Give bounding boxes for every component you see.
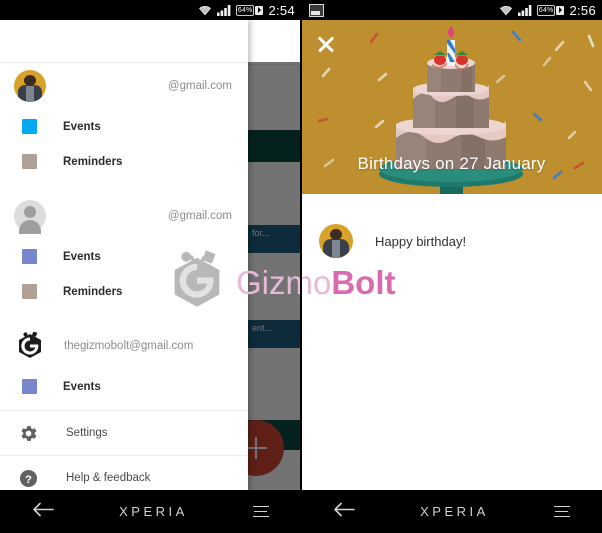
close-icon[interactable]: [316, 34, 336, 54]
account-email: @gmail.com: [167, 210, 232, 222]
left-phone-panel: 64% 2:54 for... ent... @gmail.com: [0, 0, 301, 533]
back-arrow-icon[interactable]: [333, 502, 356, 522]
events-checkbox[interactable]: [22, 249, 37, 264]
calendar-label: Events: [63, 120, 101, 133]
screenshot-root: 64% 2:54 for... ent... @gmail.com: [0, 0, 602, 533]
birthday-list-item[interactable]: Happy birthday!: [301, 214, 602, 268]
back-arrow-icon[interactable]: [32, 502, 55, 522]
reminders-checkbox[interactable]: [22, 154, 37, 169]
events-checkbox[interactable]: [22, 379, 37, 394]
calendar-label: Reminders: [63, 155, 123, 168]
drawer-account-row[interactable]: thegizmobolt@gmail.com: [0, 323, 248, 369]
contact-photo-avatar[interactable]: [319, 224, 353, 258]
default-person-avatar[interactable]: [14, 200, 46, 234]
user-photo-avatar[interactable]: [14, 70, 46, 102]
status-clock: 2:56: [569, 2, 596, 18]
drawer-account-row[interactable]: @gmail.com: [0, 193, 248, 239]
calendar-label: Events: [63, 250, 101, 263]
drawer-item-settings[interactable]: Settings: [0, 411, 248, 455]
panel-divider: [300, 0, 302, 533]
home-button[interactable]: XPERIA: [420, 504, 489, 519]
right-status-bar: 64% 2:56: [301, 0, 602, 20]
gizmobolt-logo-avatar[interactable]: [14, 330, 46, 362]
status-clock: 2:54: [268, 2, 295, 18]
svg-text:?: ?: [25, 473, 32, 485]
recents-icon[interactable]: [553, 505, 570, 518]
drawer-item-label: Settings: [66, 427, 108, 439]
drawer-item-label: Help & feedback: [66, 472, 151, 484]
account-email: @gmail.com: [167, 80, 232, 92]
right-navigation-bar: XPERIA: [301, 490, 602, 533]
calendar-toggle-row[interactable]: Events: [0, 369, 248, 404]
calendar-toggle-row[interactable]: Events: [0, 239, 248, 274]
calendar-label: Reminders: [63, 285, 123, 298]
photo-notification-icon: [309, 3, 324, 17]
calendar-toggle-row[interactable]: Events: [0, 109, 248, 144]
signal-icon: [517, 4, 532, 16]
left-navigation-bar: XPERIA: [0, 490, 301, 533]
gear-icon: [14, 424, 42, 443]
signal-icon: [216, 4, 231, 16]
reminders-checkbox[interactable]: [22, 284, 37, 299]
page-title: Birthdays on 27 January: [357, 154, 546, 173]
drawer-scrim[interactable]: [248, 62, 301, 490]
right-phone-panel: 64% 2:56 Birthdays on 27 January Happy b…: [301, 0, 602, 533]
calendar-toggle-row[interactable]: Reminders: [0, 274, 248, 309]
navigation-drawer: @gmail.com Events Reminders @gmail.com E…: [0, 20, 248, 490]
birthday-message: Happy birthday!: [375, 233, 467, 249]
left-status-bar: 64% 2:54: [0, 0, 301, 20]
home-button[interactable]: XPERIA: [119, 504, 188, 519]
events-checkbox[interactable]: [22, 119, 37, 134]
wifi-icon: [198, 5, 212, 16]
wifi-icon: [499, 5, 513, 16]
drawer-account-row[interactable]: @gmail.com: [0, 63, 248, 109]
battery-charging-icon: 64%: [235, 4, 264, 16]
calendar-label: Events: [63, 380, 101, 393]
account-email: thegizmobolt@gmail.com: [64, 340, 194, 352]
recents-icon[interactable]: [252, 505, 269, 518]
birthday-hero-header: Birthdays on 27 January: [301, 20, 602, 194]
calendar-toggle-row[interactable]: Reminders: [0, 144, 248, 179]
help-circle-icon: ?: [14, 469, 42, 488]
drawer-header: [0, 20, 248, 63]
battery-charging-icon: 64%: [536, 4, 565, 16]
